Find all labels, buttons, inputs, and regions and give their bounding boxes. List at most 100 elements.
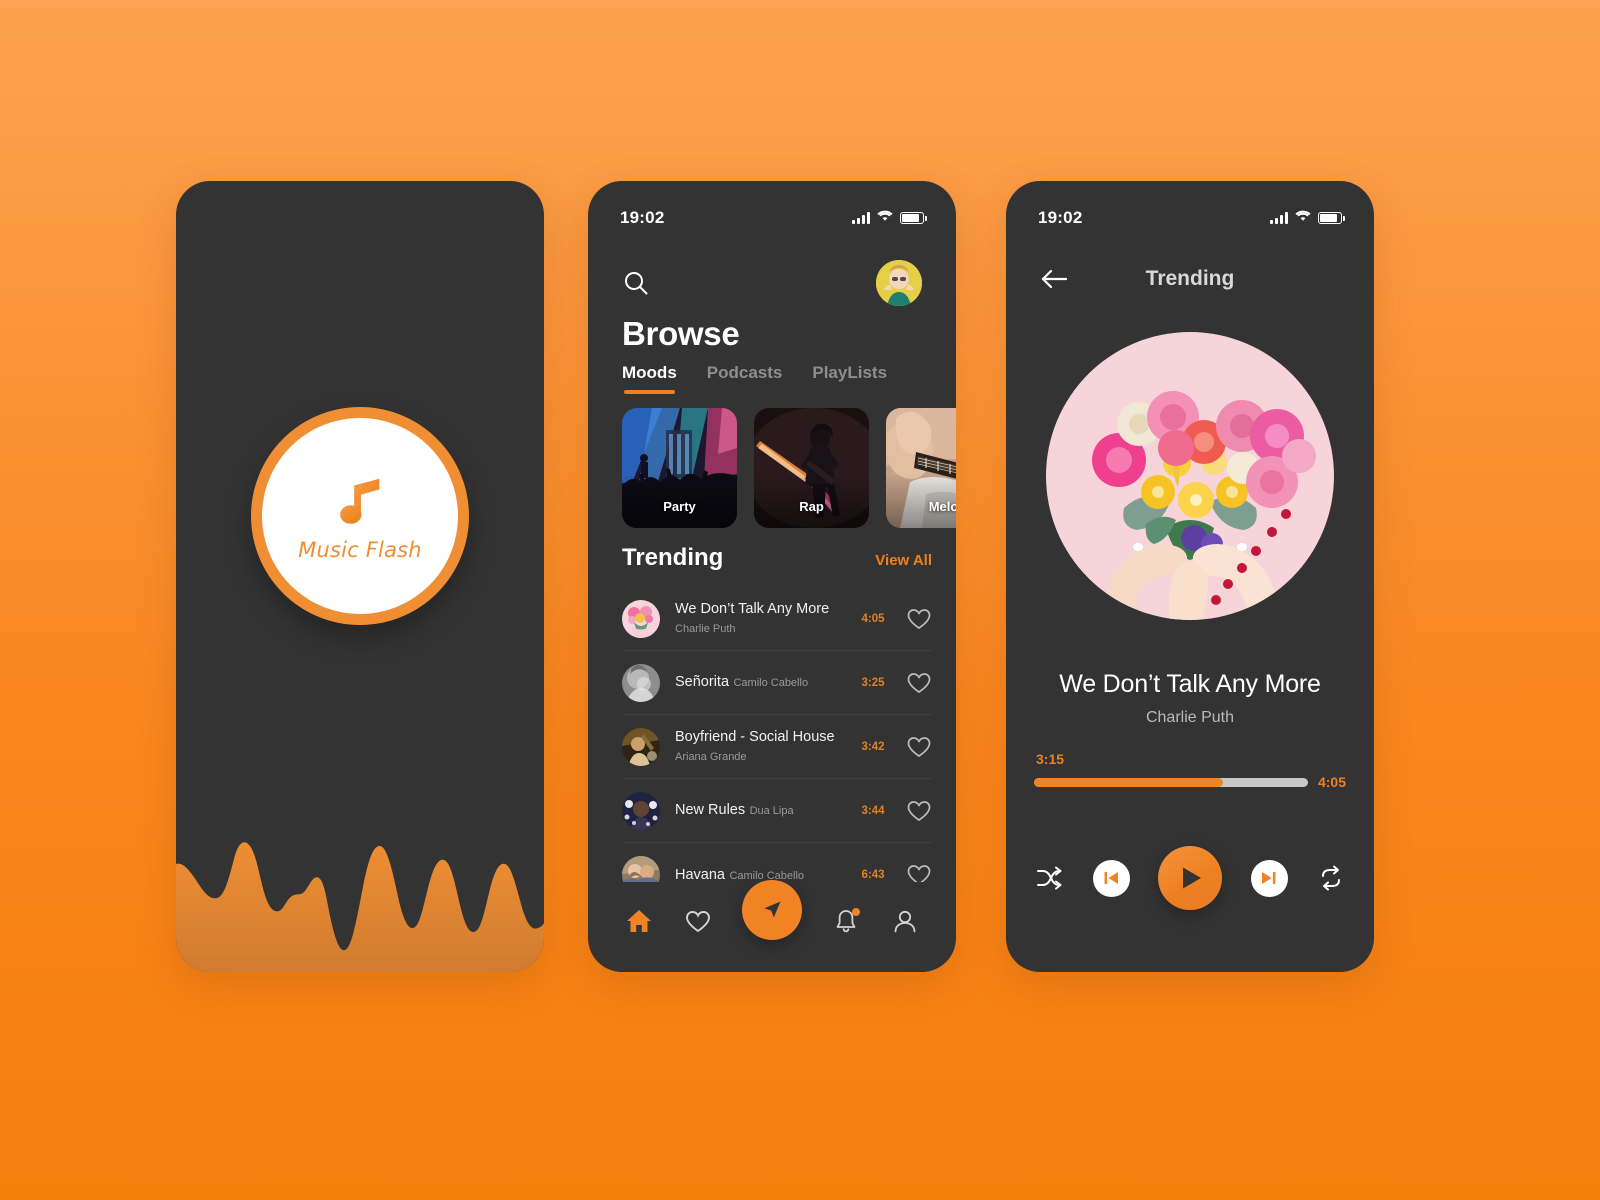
view-all-link[interactable]: View All [875,552,932,569]
navigate-icon [764,901,781,918]
page-title: Browse [622,315,740,352]
track-meta: Havana Camilo Cabello [675,866,850,882]
heart-icon[interactable] [906,670,932,696]
table-row[interactable]: Señorita Camilo Cabello 3:25 [622,651,932,715]
track-artist: Charlie Puth [675,622,736,635]
phone-browse-screen: 19:02 Browse Moods Podcasts PlayLists Pa… [588,181,956,972]
total-time: 4:05 [1317,774,1346,790]
progress-fill [1034,777,1224,787]
mood-label: Party [663,499,696,514]
audio-waveform-graphic [176,812,544,972]
phone-splash-screen: Music Flash [176,181,544,972]
tab-podcasts[interactable]: Podcasts [707,363,783,394]
status-icons [1270,209,1345,227]
skip-previous-icon [1104,872,1118,884]
mood-card-party[interactable]: Party [622,408,737,528]
elapsed-time: 3:15 [1036,751,1065,767]
browse-top-bar [588,259,956,307]
explore-fab-button[interactable] [741,880,802,940]
mood-label: Melo [928,499,956,514]
status-time: 19:02 [620,208,665,227]
app-name-label: Music Flash [298,538,422,562]
phone-player-screen: 19:02 Trending We Don’t Talk Any More Ch… [1006,181,1374,972]
heart-icon[interactable] [906,862,932,882]
track-thumbnail [622,663,660,702]
heart-icon [686,911,711,933]
screenshot-canvas: Music Flash 19:02 Browse Moods Podcasts … [0,0,1600,1200]
signal-bars-icon [852,212,870,224]
home-icon [627,910,652,932]
track-duration: 3:42 [861,740,885,753]
battery-icon [900,212,927,224]
track-artist: Ariana Grande [675,750,747,763]
track-title: New Rules [675,802,746,819]
table-row[interactable]: We Don’t Talk Any More Charlie Puth 4:05 [622,587,932,651]
sidebar-item-notifications[interactable] [831,906,861,936]
track-title: We Don’t Talk Any More [675,601,830,618]
heart-icon[interactable] [906,798,932,824]
track-thumbnail [622,856,660,882]
player-header: Trending [1006,259,1374,299]
music-note-icon [329,470,391,532]
now-playing-title: We Don’t Talk Any More [1059,670,1321,698]
track-title: Boyfriend - Social House [675,729,835,746]
table-row[interactable]: Havana Camilo Cabello 6:43 [622,843,932,882]
heart-icon[interactable] [906,606,932,632]
track-artist: Camilo Cabello [733,677,809,690]
avatar[interactable] [876,260,922,306]
track-meta: Boyfriend - Social House Ariana Grande [675,728,850,764]
person-icon [894,910,915,933]
status-bar: 19:02 [588,207,956,229]
signal-bars-icon [1270,212,1288,224]
shuffle-icon[interactable] [1034,863,1064,893]
search-icon[interactable] [622,269,650,297]
track-meta: We Don’t Talk Any More Charlie Puth [675,600,850,636]
track-title: Havana [675,866,725,882]
bottom-navigation [588,880,956,972]
track-meta: Señorita Camilo Cabello [675,673,850,691]
track-duration: 3:44 [861,804,885,817]
repeat-icon[interactable] [1316,863,1346,893]
notification-badge [851,908,860,916]
trending-track-list: We Don’t Talk Any More Charlie Puth 4:05 [622,587,932,882]
browse-tabs: Moods Podcasts PlayLists [622,363,887,394]
sidebar-item-profile[interactable] [890,906,920,936]
wifi-icon [1295,209,1311,227]
status-bar: 19:02 [1006,207,1374,229]
trending-header: Trending View All [622,544,932,572]
skip-next-icon [1262,872,1276,884]
table-row[interactable]: Boyfriend - Social House Ariana Grande 3… [622,715,932,779]
arrow-left-icon[interactable] [1040,267,1070,291]
track-thumbnail [622,599,660,638]
track-artist: Dua Lipa [749,805,794,818]
skip-next-button[interactable] [1250,859,1288,897]
tab-moods[interactable]: Moods [622,363,677,394]
play-button[interactable] [1158,846,1222,910]
heart-icon[interactable] [906,734,932,760]
album-art [1046,332,1334,620]
now-playing-artist: Charlie Puth [1145,709,1235,726]
status-time: 19:02 [1038,208,1083,227]
track-meta: New Rules Dua Lipa [675,801,850,819]
track-duration: 6:43 [861,869,885,881]
table-row[interactable]: New Rules Dua Lipa 3:44 [622,779,932,843]
progress-slider[interactable] [1034,777,1308,787]
sidebar-item-home[interactable] [624,906,654,936]
app-logo: Music Flash [251,407,469,625]
player-controls [1034,846,1346,910]
sidebar-item-favorites[interactable] [683,906,713,936]
playback-progress: 3:15 4:05 [1034,751,1346,790]
track-thumbnail [622,727,660,766]
skip-previous-button[interactable] [1092,859,1130,897]
progress-row: 4:05 [1034,774,1346,790]
mood-card-melody[interactable]: Melo [886,408,956,528]
status-icons [852,209,927,227]
track-thumbnail [622,791,660,830]
tab-playlists[interactable]: PlayLists [812,363,887,394]
section-title-trending: Trending [622,544,724,571]
moods-carousel[interactable]: Party Rap Melo [622,408,956,528]
logo-circle: Music Flash [251,407,469,625]
battery-icon [1318,212,1345,224]
track-duration: 4:05 [861,612,885,625]
mood-card-rap[interactable]: Rap [754,408,869,528]
